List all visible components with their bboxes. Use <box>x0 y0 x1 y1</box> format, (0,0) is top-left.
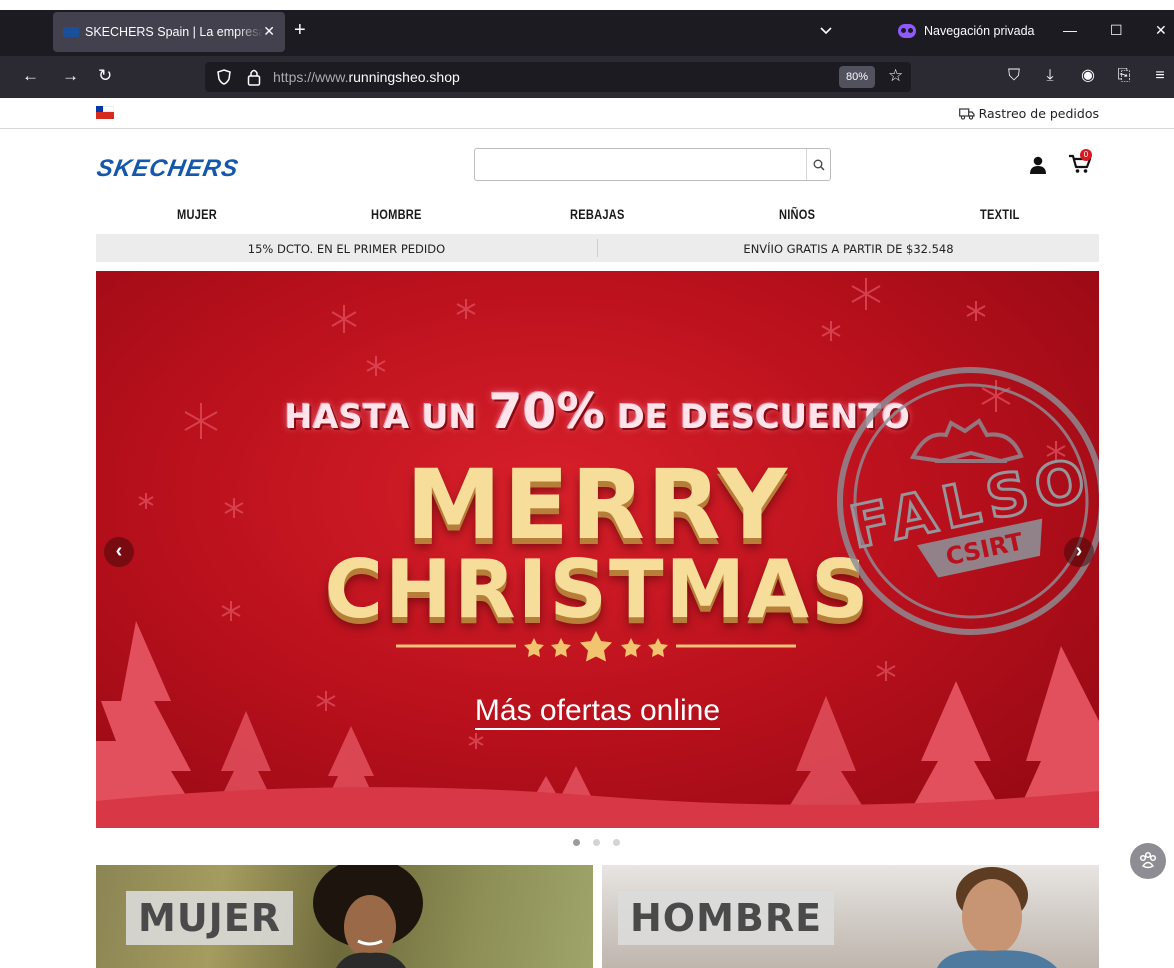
promo-bar: 15% DCTO. EN EL PRIMER PEDIDO ENVÍIO GRA… <box>96 234 1099 262</box>
lock-icon[interactable] <box>247 68 261 86</box>
browser-tabbar: SKECHERS Spain | La empresa d ✕ + Navega… <box>0 0 1174 56</box>
category-label-women: MUJER <box>126 891 294 945</box>
headline-prefix: HASTA UN <box>284 397 490 436</box>
slider-next-button[interactable]: › <box>1064 537 1094 567</box>
promo-discount[interactable]: 15% DCTO. EN EL PRIMER PEDIDO <box>96 242 597 256</box>
order-tracking-link[interactable]: Rastreo de pedidos <box>958 106 1099 121</box>
tab-favicon-icon <box>63 27 79 37</box>
skechers-logo[interactable]: SKECHERS <box>95 155 241 183</box>
forward-icon[interactable]: → <box>62 66 79 86</box>
slider-prev-button[interactable]: ‹ <box>104 537 134 567</box>
search-icon <box>813 159 824 170</box>
browser-tab[interactable]: SKECHERS Spain | La empresa d ✕ <box>53 12 285 52</box>
paw-icon <box>1139 851 1157 869</box>
women-photo <box>313 865 423 968</box>
shield-icon[interactable] <box>217 69 231 85</box>
slider-dots <box>573 839 620 846</box>
maximize-button[interactable]: ☐ <box>1110 22 1123 39</box>
new-tab-button[interactable]: + <box>294 20 306 40</box>
assistant-button[interactable] <box>1130 843 1166 879</box>
search-input[interactable] <box>475 149 805 180</box>
utility-bar: Rastreo de pedidos <box>0 98 1174 129</box>
list-all-tabs-icon[interactable] <box>820 24 832 36</box>
account-icon[interactable]: ◉ <box>1078 66 1098 86</box>
pocket-icon[interactable]: ⛉ <box>1004 66 1024 86</box>
web-page: Rastreo de pedidos SKECHERS 0 MUJER HOMB… <box>0 98 1174 968</box>
extensions-icon[interactable]: ⎘ <box>1114 66 1134 86</box>
truck-icon <box>958 107 975 120</box>
category-label-men: HOMBRE <box>618 891 835 945</box>
falso-stamp-icon: FALSO CSIRT <box>837 367 1099 635</box>
zoom-indicator[interactable]: 80% <box>839 66 876 88</box>
slider-dot-3[interactable] <box>613 839 620 846</box>
country-flag-icon[interactable] <box>96 106 114 119</box>
promo-shipping[interactable]: ENVÍIO GRATIS A PARTIR DE $32.548 <box>598 242 1099 256</box>
private-label: Navegación privada <box>924 24 1035 38</box>
nav-item-ninos[interactable]: NIÑOS <box>779 207 815 222</box>
cart-count-badge: 0 <box>1080 149 1092 161</box>
category-tile-men[interactable]: HOMBRE <box>602 865 1099 968</box>
hero-cta-link[interactable]: Más ofertas online <box>96 694 1099 730</box>
main-navigation: MUJER HOMBRE REBAJAS NIÑOS TEXTIL <box>96 204 1099 228</box>
star-icon[interactable]: ☆ <box>888 66 903 86</box>
chevron-left-icon: ‹ <box>115 540 123 562</box>
minimize-button[interactable]: — <box>1063 22 1077 38</box>
nav-item-hombre[interactable]: HOMBRE <box>371 207 422 222</box>
search-box[interactable] <box>474 148 831 181</box>
private-browsing-indicator: Navegación privada <box>898 24 1035 38</box>
url-domain: runningsheo.shop <box>348 69 460 85</box>
reload-icon[interactable]: ↻ <box>98 66 112 86</box>
category-tile-women[interactable]: MUJER <box>96 865 593 968</box>
headline-percent: 70% <box>489 384 606 440</box>
url-text[interactable]: https://www.runningsheo.shop <box>273 69 460 85</box>
close-window-button[interactable]: ✕ <box>1155 22 1167 39</box>
slider-dot-1[interactable] <box>573 839 580 846</box>
slider-dot-2[interactable] <box>593 839 600 846</box>
user-icon[interactable] <box>1029 156 1047 174</box>
nav-item-rebajas[interactable]: REBAJAS <box>570 207 625 222</box>
search-button[interactable] <box>806 149 830 180</box>
download-icon[interactable]: ⤓ <box>1040 66 1060 86</box>
tracking-label: Rastreo de pedidos <box>978 106 1099 121</box>
menu-icon[interactable]: ≡ <box>1150 66 1170 86</box>
nav-item-mujer[interactable]: MUJER <box>177 207 217 222</box>
url-prefix: https://www. <box>273 69 349 85</box>
men-photo <box>937 867 1057 968</box>
nav-item-textil[interactable]: TEXTIL <box>980 207 1020 222</box>
window-top-strip <box>0 0 1174 10</box>
tab-close-icon[interactable]: ✕ <box>263 23 275 40</box>
chevron-right-icon: › <box>1075 540 1083 562</box>
back-icon[interactable]: ← <box>22 66 39 86</box>
hero-cta-text: Más ofertas online <box>474 694 721 730</box>
hero-banner[interactable]: HASTA UN 70% DE DESCUENTO MERRY CHRISTMA… <box>96 271 1099 828</box>
tab-title: SKECHERS Spain | La empresa d <box>85 25 263 39</box>
address-bar[interactable]: https://www.runningsheo.shop 80% ☆ <box>205 62 911 92</box>
private-mask-icon <box>898 24 916 38</box>
